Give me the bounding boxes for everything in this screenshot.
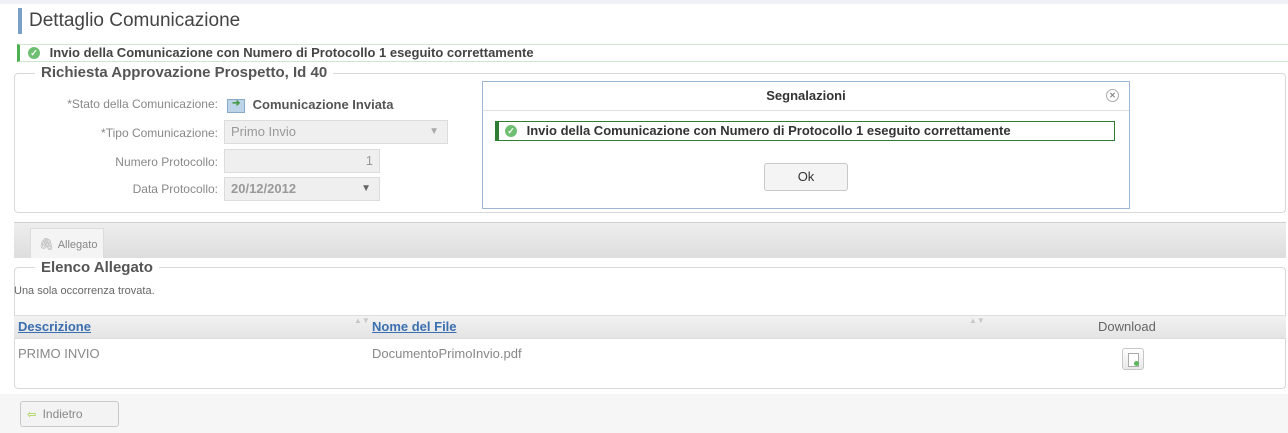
paperclip-icon: 🖇 [39, 237, 55, 251]
data-protocollo-field[interactable]: 20/12/2012 ▼ [224, 177, 380, 201]
back-button[interactable]: ⇦ Indietro [20, 401, 119, 427]
sort-icon[interactable]: ▲▼ [354, 316, 370, 325]
dialog-message: ✓ Invio della Comunicazione con Numero d… [495, 121, 1115, 141]
data-value: 20/12/2012 [231, 181, 297, 196]
result-count: Una sola occorrenza trovata. [14, 285, 155, 297]
stato-label: *Stato della Comunicazione: [67, 97, 218, 111]
page-title: Dettaglio Comunicazione [18, 8, 240, 34]
success-message-bar: ✓ Invio della Comunicazione con Numero d… [17, 44, 1288, 62]
tab-allegato[interactable]: 🖇 Allegato [30, 228, 104, 258]
top-border [0, 0, 1288, 4]
cell-descrizione: PRIMO INVIO [18, 346, 100, 361]
data-label: Data Protocollo: [132, 182, 218, 196]
arrow-left-icon: ⇦ [27, 409, 37, 421]
stato-value-text: Comunicazione Inviata [252, 97, 394, 112]
numero-field[interactable]: 1 [224, 149, 380, 173]
column-header-descrizione[interactable]: Descrizione [18, 316, 91, 338]
tipo-select[interactable]: Primo Invio ▼ [224, 120, 448, 144]
chevron-down-icon[interactable]: ▼ [361, 178, 371, 200]
numero-label: Numero Protocollo: [115, 155, 218, 169]
request-legend: Richiesta Approvazione Prospetto, Id 40 [35, 64, 334, 81]
check-circle-icon: ✓ [505, 124, 517, 137]
tab-allegato-label: Allegato [57, 239, 98, 251]
success-message-text: Invio della Comunicazione con Numero di … [49, 45, 534, 60]
chevron-down-icon: ▼ [429, 126, 439, 137]
download-icon[interactable] [1122, 348, 1144, 370]
tipo-value: Primo Invio [231, 124, 297, 139]
attachments-legend: Elenco Allegato [35, 259, 159, 276]
numero-value: 1 [365, 153, 373, 168]
dialog-message-text: Invio della Comunicazione con Numero di … [526, 123, 1011, 138]
tipo-label: *Tipo Comunicazione: [101, 126, 218, 140]
table-header: Descrizione ▲▼ Nome del File ▲▼ Download [14, 315, 1286, 339]
segnalazioni-dialog: Segnalazioni ✕ ✓ Invio della Comunicazio… [482, 81, 1130, 209]
dialog-header: Segnalazioni ✕ [483, 82, 1129, 111]
mail-sent-icon [227, 98, 245, 113]
footer-bar [0, 394, 1288, 433]
column-header-nome-file[interactable]: Nome del File [372, 316, 457, 338]
dialog-title: Segnalazioni [766, 88, 846, 103]
ok-button[interactable]: Ok [764, 163, 848, 191]
cell-nome-file: DocumentoPrimoInvio.pdf [372, 346, 522, 361]
back-button-label: Indietro [42, 407, 83, 421]
close-icon[interactable]: ✕ [1106, 89, 1119, 102]
stato-value: Comunicazione Inviata [227, 97, 394, 113]
check-circle-icon: ✓ [28, 46, 40, 59]
sort-icon[interactable]: ▲▼ [969, 316, 985, 325]
tab-bar: 🖇 Allegato [14, 222, 1286, 258]
column-header-download: Download [1098, 319, 1156, 334]
